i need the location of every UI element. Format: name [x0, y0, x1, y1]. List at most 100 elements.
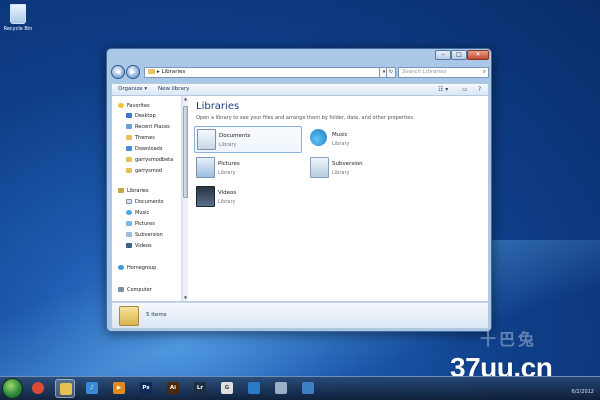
item-count: 5 items [146, 312, 167, 318]
nav-item-garrysmodbeta[interactable]: garrysmodbeta [126, 155, 173, 165]
nav-item-downloads[interactable]: Downloads [126, 144, 162, 154]
nav-item-documents[interactable]: Documents [126, 197, 164, 207]
recycle-bin-desktop-icon[interactable]: Recycle Bin [2, 4, 34, 32]
libraries-icon [119, 306, 139, 326]
command-bar: Organize ▾ New library ☷ ▾ ▭ ? [111, 83, 489, 95]
new-library-button[interactable]: New library [158, 84, 189, 95]
downloads-icon [126, 146, 132, 151]
close-button[interactable]: ✕ [467, 50, 489, 60]
nav-item-recent-places[interactable]: Recent Places [126, 122, 170, 132]
star-icon [118, 103, 124, 108]
videos-icon [126, 243, 132, 248]
library-tile-music[interactable]: Music Library [308, 126, 416, 153]
taskbar-button-steam[interactable] [244, 379, 264, 398]
remote-desktop-icon [302, 382, 314, 394]
recycle-bin-icon [10, 4, 26, 24]
nav-computer[interactable]: Computer [118, 285, 152, 295]
nav-pane-scrollbar[interactable]: ▲ ▼ [182, 96, 188, 301]
documents-icon [197, 129, 216, 150]
folder-icon [126, 135, 132, 140]
subversion-icon [310, 157, 329, 178]
page-title: Libraries [196, 101, 240, 112]
libraries-folder-icon [148, 69, 155, 74]
nav-item-themes[interactable]: Themes [126, 133, 155, 143]
taskbar: ♪ ▶ Ps Ai Lr G 6/2/2012 [0, 376, 600, 400]
recent-places-icon [126, 124, 132, 129]
change-view-button[interactable]: ☷ ▾ [438, 85, 448, 94]
illustrator-icon: Ai [167, 382, 179, 394]
scroll-up-arrow-icon[interactable]: ▲ [183, 96, 188, 102]
itunes-icon: ♪ [86, 382, 98, 394]
taskbar-button-photoshop[interactable]: Ps [136, 379, 156, 398]
chrome-icon [32, 382, 44, 394]
refresh-button[interactable]: ↻ [386, 67, 396, 78]
details-pane: 5 items [111, 302, 489, 329]
library-tile-subversion[interactable]: Subversion Library [308, 155, 416, 182]
preview-pane-button[interactable]: ▭ [462, 85, 468, 94]
explorer-window: – □ ✕ ◀ ▶ ▸ Libraries ▾ ↻ Search Librari… [106, 48, 492, 332]
scroll-down-arrow-icon[interactable]: ▼ [183, 295, 188, 301]
garrysmod-icon: G [221, 382, 233, 394]
library-tile-videos[interactable]: Videos Library [194, 184, 302, 211]
navigation-bar: ◀ ▶ ▸ Libraries ▾ ↻ Search Libraries ⌕ [111, 65, 489, 81]
recycle-bin-label: Recycle Bin [3, 26, 33, 32]
minimize-button[interactable]: – [435, 50, 451, 60]
navigation-pane: Favorites Desktop Recent Places Themes D… [112, 96, 182, 301]
address-path[interactable]: Libraries [162, 69, 186, 75]
page-description: Open a library to see your files and arr… [196, 115, 415, 121]
nav-item-desktop[interactable]: Desktop [126, 111, 156, 121]
maximize-button[interactable]: □ [451, 50, 467, 60]
desktop-icon [126, 113, 132, 118]
title-bar[interactable]: – □ ✕ [107, 49, 491, 63]
nav-item-subversion[interactable]: Subversion [126, 230, 163, 240]
pictures-icon [126, 221, 132, 226]
taskbar-button-garrysmod[interactable]: G [217, 379, 237, 398]
file-list: Libraries Open a library to see your fil… [190, 96, 488, 301]
videos-icon [196, 186, 215, 207]
documents-icon [126, 199, 132, 204]
nav-libraries[interactable]: Libraries [118, 186, 149, 196]
nav-item-videos[interactable]: Videos [126, 241, 152, 251]
notes-icon [275, 382, 287, 394]
nav-item-pictures[interactable]: Pictures [126, 219, 155, 229]
start-button[interactable] [2, 378, 23, 399]
folder-icon [126, 168, 132, 173]
music-icon [126, 210, 132, 215]
computer-icon [118, 287, 124, 292]
explorer-icon [60, 383, 72, 395]
libraries-icon [118, 188, 124, 193]
tray-clock[interactable]: 6/2/2012 [572, 389, 594, 395]
watermark-chinese: 十巴兔 [480, 330, 538, 349]
organize-button[interactable]: Organize ▾ [118, 84, 147, 95]
taskbar-button-illustrator[interactable]: Ai [163, 379, 183, 398]
taskbar-button-itunes[interactable]: ♪ [82, 379, 102, 398]
nav-favorites[interactable]: Favorites [118, 101, 150, 111]
homegroup-icon [118, 265, 124, 270]
scroll-thumb[interactable] [183, 106, 188, 198]
back-button[interactable]: ◀ [111, 65, 125, 79]
content-area: Favorites Desktop Recent Places Themes D… [111, 95, 489, 302]
search-icon[interactable]: ⌕ [483, 68, 486, 77]
photoshop-icon: Ps [140, 382, 152, 394]
taskbar-button-remote-desktop[interactable] [298, 379, 318, 398]
search-input[interactable]: Search Libraries ⌕ [398, 67, 489, 78]
help-button[interactable]: ? [478, 85, 481, 94]
folder-icon [126, 157, 132, 162]
address-bar[interactable]: ▸ Libraries [144, 67, 390, 78]
music-icon [310, 129, 327, 146]
taskbar-button-explorer[interactable] [55, 379, 75, 398]
forward-button[interactable]: ▶ [126, 65, 140, 79]
library-tile-documents[interactable]: Documents Library [194, 126, 302, 153]
pictures-icon [196, 157, 215, 178]
nav-item-garrysmod[interactable]: garrysmod [126, 166, 162, 176]
nav-item-music[interactable]: Music [126, 208, 149, 218]
search-placeholder: Search Libraries [402, 69, 447, 75]
address-separator: ▸ [157, 69, 160, 75]
nav-homegroup[interactable]: Homegroup [118, 263, 156, 273]
taskbar-button-chrome[interactable] [28, 379, 48, 398]
taskbar-button-lightroom[interactable]: Lr [190, 379, 210, 398]
taskbar-button-media-player[interactable]: ▶ [109, 379, 129, 398]
library-tile-pictures[interactable]: Pictures Library [194, 155, 302, 182]
taskbar-button-notes[interactable] [271, 379, 291, 398]
lightroom-icon: Lr [194, 382, 206, 394]
